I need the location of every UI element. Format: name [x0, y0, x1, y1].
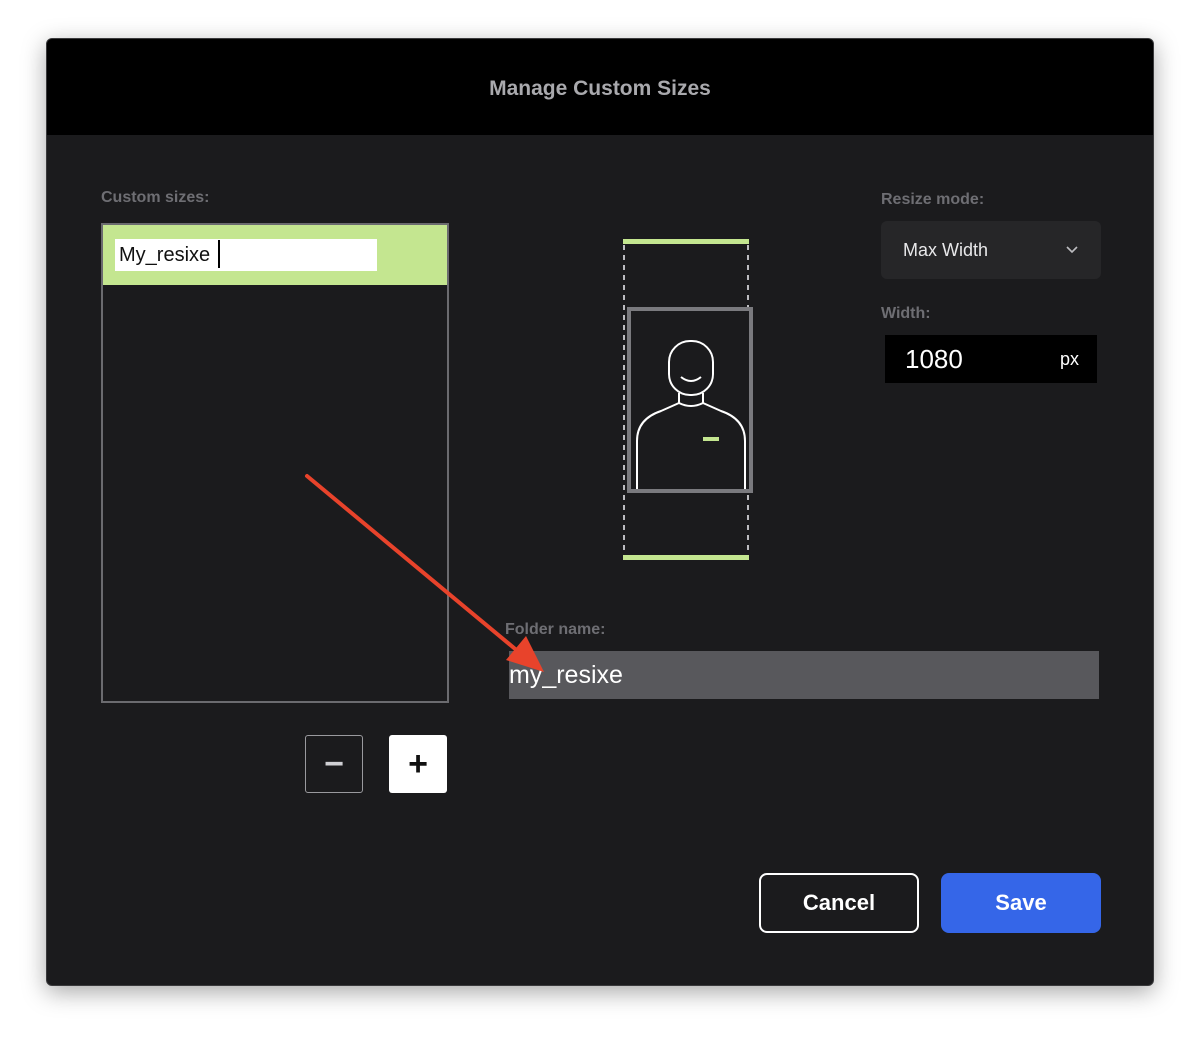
- dialog-title: Manage Custom Sizes: [489, 77, 711, 100]
- resize-preview-illustration: [617, 235, 757, 570]
- list-item[interactable]: [103, 225, 447, 285]
- chevron-down-icon: [1066, 246, 1078, 254]
- save-button[interactable]: Save: [941, 873, 1101, 933]
- custom-sizes-label: Custom sizes:: [101, 189, 210, 206]
- remove-size-button[interactable]: −: [305, 735, 363, 793]
- person-portrait-icon: [623, 239, 753, 560]
- width-label: Width:: [881, 305, 931, 322]
- cancel-button[interactable]: Cancel: [759, 873, 919, 933]
- resize-mode-label: Resize mode:: [881, 191, 985, 208]
- custom-sizes-list[interactable]: [101, 223, 449, 703]
- width-value: 1080: [905, 343, 963, 374]
- text-cursor: [218, 240, 220, 268]
- add-size-button[interactable]: +: [389, 735, 447, 793]
- dialog-header: Manage Custom Sizes: [47, 39, 1153, 135]
- width-unit: px: [1059, 348, 1079, 369]
- folder-name-input[interactable]: my_resixe: [509, 651, 1099, 699]
- resize-mode-select[interactable]: Max Width: [881, 221, 1101, 279]
- resize-mode-value: Max Width: [903, 239, 989, 260]
- width-input[interactable]: 1080 px: [885, 335, 1097, 383]
- folder-name-value: my_resixe: [509, 660, 623, 689]
- folder-name-label: Folder name:: [505, 621, 606, 638]
- manage-custom-sizes-dialog: Manage Custom Sizes Custom sizes: − +: [46, 38, 1154, 986]
- size-name-input[interactable]: [115, 239, 377, 271]
